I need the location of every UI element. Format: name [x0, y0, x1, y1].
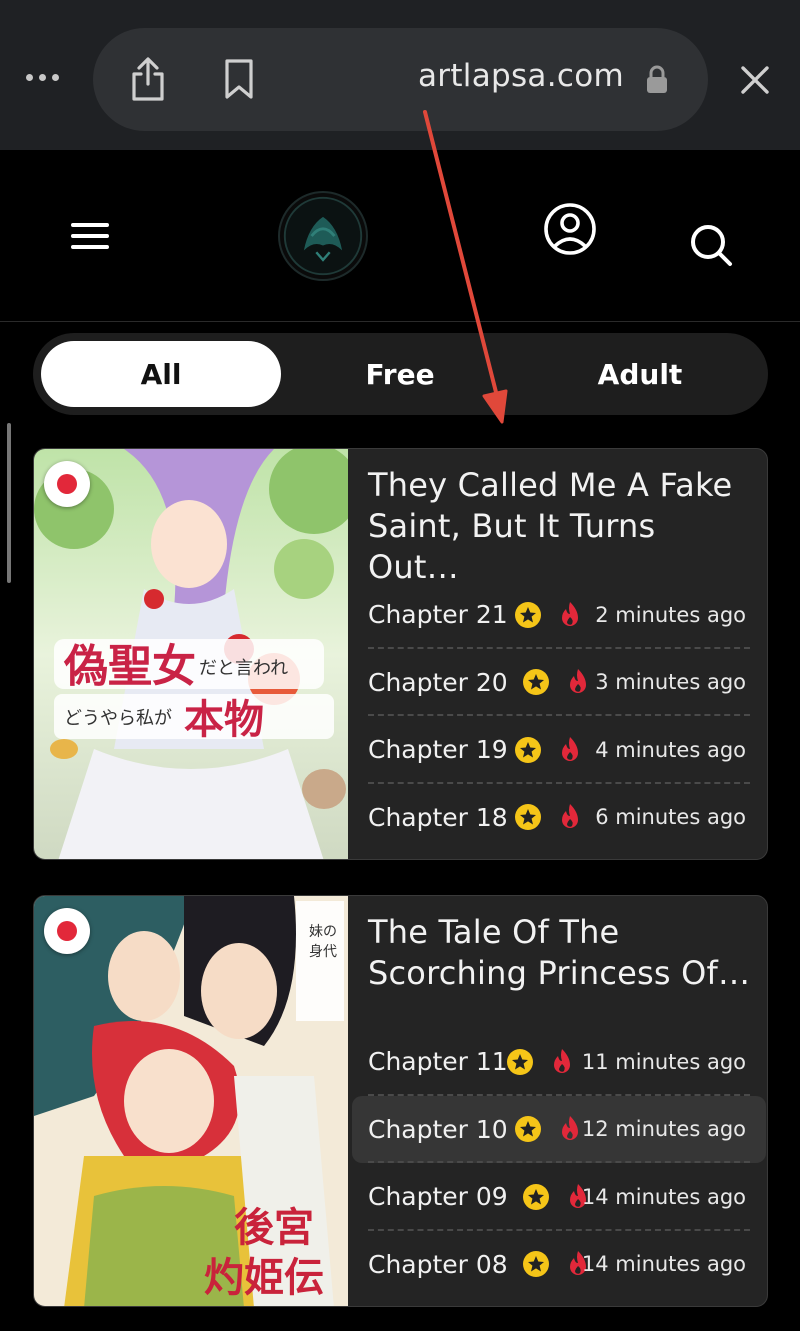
search-icon[interactable] [688, 222, 734, 268]
lock-icon [647, 65, 667, 93]
cover-image[interactable]: 妹の 身代 後宮 灼姫伝 [34, 896, 348, 1306]
chapter-list: Chapter 11 11 minutes ago Chapter 10 12 … [352, 1028, 766, 1298]
chapter-label[interactable]: Chapter 10 [368, 1115, 508, 1144]
site-header [0, 150, 800, 322]
chapter-label[interactable]: Chapter 20 [368, 668, 508, 697]
fire-icon [562, 804, 578, 829]
chapter-row[interactable]: Chapter 11 11 minutes ago [352, 1028, 766, 1096]
svg-text:どうやら私が: どうやら私が [64, 708, 172, 729]
status-dot [44, 461, 90, 507]
fire-icon [554, 1048, 570, 1073]
url-text[interactable]: artlapsa.com [418, 58, 624, 94]
star-icon [515, 804, 541, 831]
series-card[interactable]: 妹の 身代 後宮 灼姫伝 The Tale Of The Scorching P… [33, 895, 768, 1307]
chapter-list: Chapter 21 2 minutes ago Chapter 20 3 mi… [352, 581, 766, 851]
fire-icon [570, 669, 586, 694]
hamburger-icon[interactable] [70, 221, 110, 251]
timestamp: 14 minutes ago [581, 1252, 746, 1277]
share-icon[interactable] [128, 56, 168, 102]
star-icon [515, 736, 541, 763]
timestamp: 14 minutes ago [581, 1184, 746, 1209]
fire-icon [562, 736, 578, 761]
star-icon [515, 601, 541, 628]
chapter-label[interactable]: Chapter 21 [368, 600, 508, 629]
svg-text:だと言われ: だと言われ [199, 658, 288, 679]
star-icon [523, 1251, 549, 1278]
svg-text:本物: 本物 [184, 696, 264, 743]
tab-free[interactable]: Free [280, 341, 520, 407]
timestamp: 6 minutes ago [595, 805, 746, 830]
cover-image[interactable]: 偽聖女 だと言われ どうやら私が 本物 [34, 449, 348, 859]
chapter-row[interactable]: Chapter 21 2 minutes ago [352, 581, 766, 649]
chapter-label[interactable]: Chapter 08 [368, 1250, 508, 1279]
chapter-row[interactable]: Chapter 20 3 minutes ago [352, 649, 766, 717]
chapter-label[interactable]: Chapter 11 [368, 1047, 508, 1076]
svg-text:身代: 身代 [309, 944, 337, 960]
browser-toolbar: artlapsa.com [0, 0, 800, 150]
chapter-row[interactable]: Chapter 19 4 minutes ago [352, 716, 766, 784]
fire-icon [562, 601, 578, 626]
chapter-label[interactable]: Chapter 19 [368, 735, 508, 764]
series-card[interactable]: 偽聖女 だと言われ どうやら私が 本物 They Called Me A Fak… [33, 448, 768, 860]
scrollbar[interactable] [7, 423, 11, 583]
star-icon [523, 1183, 549, 1210]
timestamp: 2 minutes ago [595, 602, 746, 627]
chapter-label[interactable]: Chapter 18 [368, 803, 508, 832]
timestamp: 12 minutes ago [581, 1117, 746, 1142]
tab-all[interactable]: All [41, 341, 281, 407]
more-icon[interactable] [26, 74, 59, 81]
star-icon [515, 1116, 541, 1143]
series-title[interactable]: They Called Me A Fake Saint, But It Turn… [368, 465, 753, 588]
series-title[interactable]: The Tale Of The Scorching Princess Of… [368, 912, 753, 994]
filter-tabs: All Free Adult [33, 333, 768, 415]
fire-icon [562, 1116, 578, 1141]
star-icon [507, 1048, 533, 1075]
chapter-row[interactable]: Chapter 09 14 minutes ago [352, 1163, 766, 1231]
svg-text:偽聖女: 偽聖女 [63, 641, 196, 692]
bookmark-icon[interactable] [222, 58, 256, 100]
timestamp: 11 minutes ago [581, 1049, 746, 1074]
timestamp: 3 minutes ago [595, 670, 746, 695]
chapter-row[interactable]: Chapter 08 14 minutes ago [352, 1231, 766, 1299]
user-icon[interactable] [543, 202, 597, 256]
svg-text:妹の: 妹の [309, 924, 337, 940]
tab-adult[interactable]: Adult [520, 341, 760, 407]
status-dot [44, 908, 90, 954]
site-logo[interactable] [278, 191, 368, 281]
close-icon[interactable] [737, 62, 773, 98]
chapter-label[interactable]: Chapter 09 [368, 1182, 508, 1211]
svg-text:灼姫伝: 灼姫伝 [204, 1254, 324, 1301]
timestamp: 4 minutes ago [595, 737, 746, 762]
chapter-row[interactable]: Chapter 10 12 minutes ago [352, 1095, 766, 1163]
svg-text:後宮: 後宮 [234, 1204, 314, 1251]
chapter-row[interactable]: Chapter 18 6 minutes ago [352, 784, 766, 852]
star-icon [523, 669, 549, 696]
